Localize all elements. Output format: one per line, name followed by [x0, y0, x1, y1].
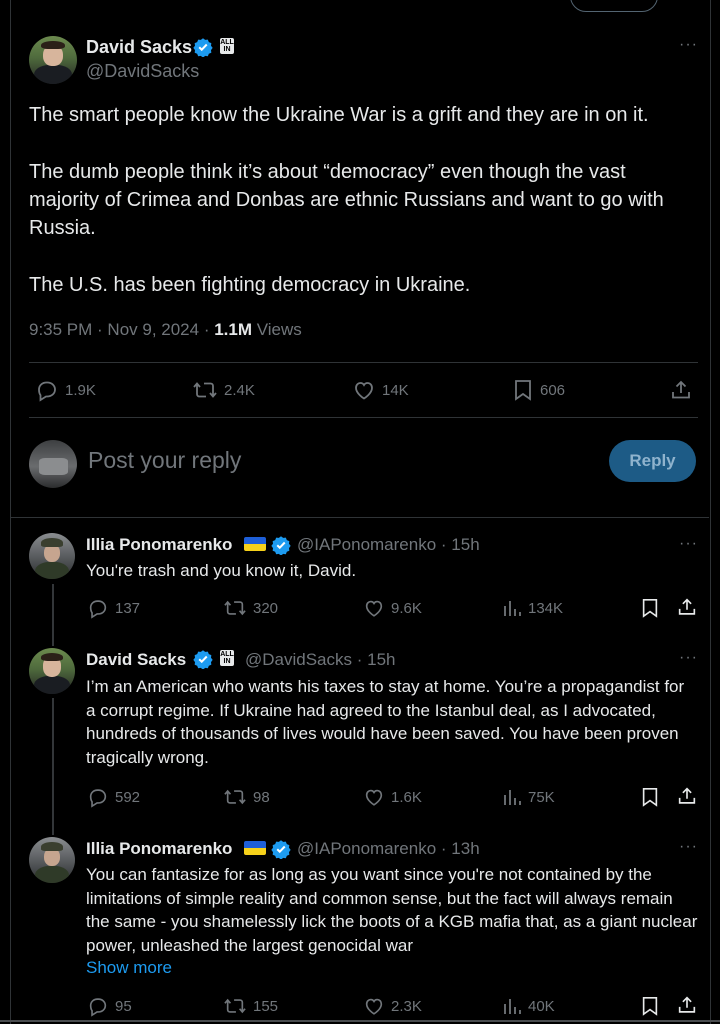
show-more-link[interactable]: Show more — [86, 958, 172, 978]
thread-line — [52, 698, 54, 835]
share-icon[interactable] — [676, 785, 698, 807]
share-icon[interactable] — [676, 596, 698, 618]
reply-text: You can fantasize for as long as you wan… — [86, 865, 698, 955]
reply-author-handle[interactable]: @DavidSacks · 15h — [245, 650, 396, 670]
more-icon[interactable]: ··· — [679, 649, 698, 667]
reply-author-name[interactable]: David Sacks — [86, 650, 186, 670]
more-icon[interactable]: ··· — [679, 535, 698, 553]
tweet-meta: 9:35 PM · Nov 9, 2024 · 1.1M Views — [29, 320, 302, 339]
views-button[interactable]: 40K — [502, 995, 555, 1017]
reply-author-handle[interactable]: @IAPonomarenko · 15h — [297, 535, 480, 555]
tweet-paragraph-3: The U.S. has been fighting democracy in … — [29, 274, 471, 296]
reply-text: You're trash and you know it, David. — [86, 561, 357, 580]
like-icon — [365, 789, 383, 806]
verified-badge-icon — [193, 650, 213, 669]
views-count: 1.1M — [214, 320, 253, 339]
all-in-badge-icon: ALL IN — [220, 38, 234, 54]
reply-button[interactable]: 95 — [87, 995, 132, 1017]
bookmark-icon[interactable] — [640, 597, 660, 619]
reply-author-name[interactable]: Illia Ponomarenko — [86, 839, 232, 859]
repost-button[interactable]: 155 — [223, 995, 278, 1017]
reply-button[interactable]: 1.9K — [35, 378, 96, 402]
repost-button[interactable]: 2.4K — [192, 378, 255, 402]
bookmark-button[interactable]: 606 — [512, 378, 565, 402]
bookmark-icon — [515, 380, 531, 401]
verified-badge-icon — [193, 38, 213, 57]
repost-icon — [224, 600, 246, 616]
avatar[interactable] — [29, 533, 75, 579]
divider — [29, 417, 698, 418]
views-button[interactable]: 75K — [502, 786, 555, 808]
views-icon — [504, 999, 521, 1014]
repost-icon — [193, 382, 217, 398]
reply-icon — [89, 789, 107, 808]
avatar[interactable] — [29, 648, 75, 694]
reply-icon — [89, 600, 107, 619]
share-button[interactable] — [669, 378, 699, 402]
repost-icon — [224, 789, 246, 805]
verified-badge-icon — [271, 840, 291, 859]
reply-author-handle[interactable]: @IAPonomarenko · 13h — [297, 839, 480, 859]
reply-button[interactable]: 592 — [87, 786, 140, 808]
reply-author-name[interactable]: Illia Ponomarenko — [86, 535, 232, 555]
reply-icon — [38, 381, 56, 402]
thread-line — [52, 584, 54, 646]
tweet-paragraph-1: The smart people know the Ukraine War is… — [29, 104, 649, 126]
divider — [29, 362, 698, 363]
like-icon — [365, 600, 383, 617]
all-in-badge-icon: ALL IN — [220, 650, 234, 666]
like-button[interactable]: 1.6K — [363, 786, 422, 808]
bottom-border — [0, 1020, 720, 1022]
bookmark-icon[interactable] — [640, 786, 660, 808]
like-button[interactable]: 2.3K — [363, 995, 422, 1017]
author-handle[interactable]: @DavidSacks — [86, 61, 199, 82]
reply-icon — [89, 998, 107, 1017]
share-icon — [672, 380, 690, 399]
views-icon — [504, 790, 521, 805]
verified-badge-icon — [271, 536, 291, 555]
like-button[interactable]: 9.6K — [363, 597, 422, 619]
views-label: Views — [256, 320, 302, 339]
like-icon — [365, 998, 383, 1015]
like-icon — [355, 382, 373, 400]
reply-text: I’m an American who wants his taxes to s… — [86, 677, 685, 767]
ukraine-flag-icon — [244, 537, 266, 551]
tweet-paragraph-2: The dumb people think it’s about “democr… — [29, 161, 664, 239]
avatar[interactable] — [29, 36, 77, 84]
views-icon — [504, 601, 521, 616]
reply-input[interactable]: Post your reply — [88, 447, 241, 474]
more-icon[interactable]: ··· — [679, 838, 698, 856]
tweet-date[interactable]: Nov 9, 2024 — [107, 320, 199, 339]
repost-button[interactable]: 320 — [223, 597, 278, 619]
author-name[interactable]: David Sacks — [86, 37, 192, 58]
share-icon[interactable] — [676, 994, 698, 1016]
like-button[interactable]: 14K — [352, 378, 409, 402]
divider — [11, 517, 709, 518]
reply-button[interactable]: 137 — [87, 597, 140, 619]
more-icon[interactable]: ··· — [679, 36, 698, 54]
avatar[interactable] — [29, 837, 75, 883]
repost-button[interactable]: 98 — [223, 786, 270, 808]
reply-submit-button[interactable]: Reply — [609, 440, 696, 482]
views-button[interactable]: 134K — [502, 597, 563, 619]
my-avatar[interactable] — [29, 440, 77, 488]
repost-icon — [224, 998, 246, 1014]
bookmark-icon[interactable] — [640, 995, 660, 1017]
ukraine-flag-icon — [244, 841, 266, 855]
tweet-time[interactable]: 9:35 PM — [29, 320, 92, 339]
